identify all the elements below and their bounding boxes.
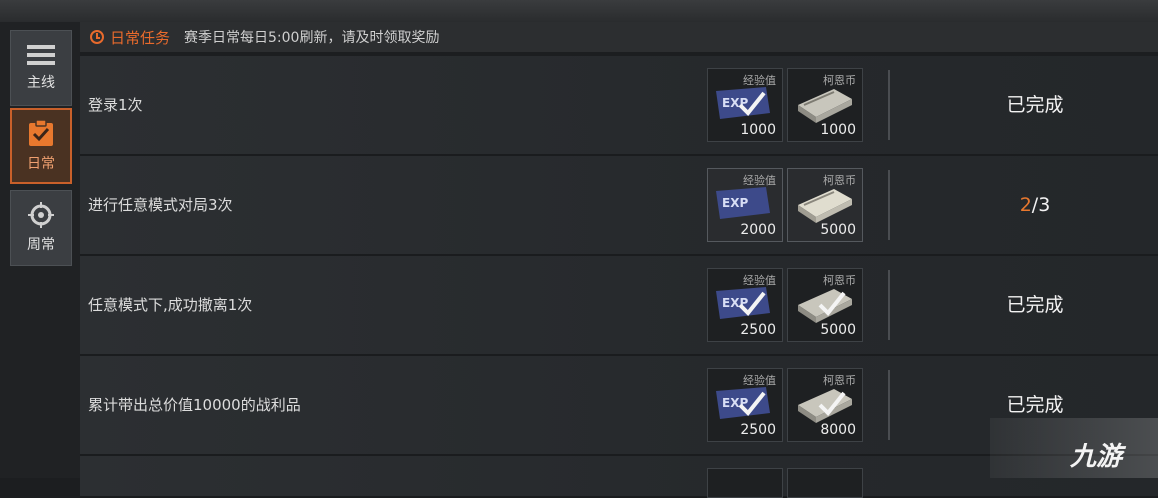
reward-exp-value: 1000: [740, 122, 776, 138]
task-row: 登录1次 EXP 经验值 1000 柯恩币 1000 已完成: [80, 56, 1158, 156]
tab-daily-label: 日常: [27, 156, 55, 172]
svg-text:EXP: EXP: [722, 196, 748, 210]
sidebar: 主线 日常 周常: [0, 22, 80, 478]
task-status: 已完成: [1006, 294, 1064, 316]
reward-coin[interactable]: [787, 468, 863, 498]
reward-coin-value: 5000: [820, 222, 856, 238]
cash-stack-icon: [798, 189, 852, 223]
reward-coin-value: 5000: [820, 322, 856, 338]
clipboard-check-icon: [29, 119, 53, 146]
exp-card-icon: EXP: [716, 387, 770, 419]
divider: [888, 170, 890, 240]
clock-icon: [90, 30, 104, 44]
reward-exp-value: 2500: [740, 422, 776, 438]
task-row: 进行任意模式对局3次 EXP 经验值 2000 柯恩币 5000 2/3: [80, 156, 1158, 256]
task-status: 已完成: [1006, 94, 1064, 116]
reward-exp[interactable]: EXP 经验值 1000: [707, 68, 783, 142]
list-icon: [27, 45, 55, 65]
reward-coin-label: 柯恩币: [823, 74, 856, 87]
reward-coin[interactable]: 柯恩币 8000: [787, 368, 863, 442]
exp-card-icon: EXP: [716, 87, 770, 119]
reward-exp-value: 2000: [740, 222, 776, 238]
top-strip: [0, 0, 1158, 22]
reward-exp-label: 经验值: [743, 174, 776, 187]
reward-exp-label: 经验值: [743, 374, 776, 387]
reward-exp-value: 2500: [740, 322, 776, 338]
reward-coin[interactable]: 柯恩币 1000: [787, 68, 863, 142]
reward-coin[interactable]: 柯恩币 5000: [787, 168, 863, 242]
exp-card-icon: EXP: [716, 287, 770, 319]
tab-daily[interactable]: 日常: [10, 108, 72, 184]
task-progress: 2/3: [910, 156, 1158, 254]
cash-stack-icon: [798, 389, 852, 423]
task-name: 进行任意模式对局3次: [88, 196, 233, 214]
reward-coin-value: 1000: [820, 122, 856, 138]
reward-coin-value: 8000: [820, 422, 856, 438]
reward-coin-label: 柯恩币: [823, 174, 856, 187]
progress-total: /3: [1031, 194, 1051, 216]
header-title: 日常任务: [110, 28, 171, 47]
cash-stack-icon: [798, 289, 852, 323]
divider: [888, 270, 890, 340]
progress-current: 2: [1019, 194, 1032, 216]
watermark: 九游: [990, 418, 1158, 478]
reward-coin[interactable]: 柯恩币 5000: [787, 268, 863, 342]
reward-exp[interactable]: EXP 经验值 2500: [707, 268, 783, 342]
tab-weekly[interactable]: 周常: [10, 190, 72, 266]
reward-exp[interactable]: [707, 468, 783, 498]
tab-main[interactable]: 主线: [10, 30, 72, 106]
reward-exp-label: 经验值: [743, 74, 776, 87]
watermark-text: 九游: [1070, 442, 1123, 472]
daily-task-header: 日常任务 赛季日常每日5:00刷新，请及时领取奖励: [80, 22, 1158, 52]
cash-stack-icon: [798, 89, 852, 123]
task-name: 登录1次: [88, 96, 143, 114]
divider: [888, 70, 890, 140]
task-name: 任意模式下,成功撤离1次: [88, 296, 253, 314]
reward-exp[interactable]: EXP 经验值 2000: [707, 168, 783, 242]
crosshair-icon: [28, 202, 54, 228]
tab-weekly-label: 周常: [27, 237, 55, 253]
task-name: 累计带出总价值10000的战利品: [88, 396, 301, 414]
header-description: 赛季日常每日5:00刷新，请及时领取奖励: [184, 30, 440, 46]
task-row: 任意模式下,成功撤离1次 EXP 经验值 2500 柯恩币 5000 已完成: [80, 256, 1158, 356]
reward-exp-label: 经验值: [743, 274, 776, 287]
reward-exp[interactable]: EXP 经验值 2500: [707, 368, 783, 442]
reward-coin-label: 柯恩币: [823, 374, 856, 387]
divider: [888, 370, 890, 440]
tab-main-label: 主线: [27, 75, 55, 91]
reward-coin-label: 柯恩币: [823, 274, 856, 287]
exp-card-icon: EXP: [716, 187, 770, 219]
